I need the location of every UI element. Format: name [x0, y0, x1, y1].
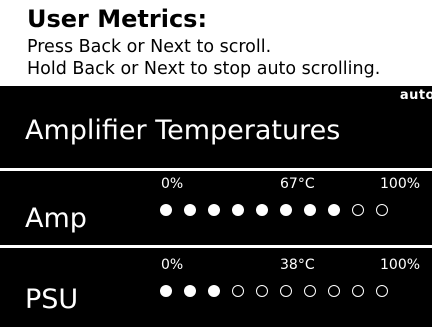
scale-max-label: 100%	[380, 176, 421, 192]
metric-label: PSU	[25, 284, 79, 315]
meter-dot-empty	[328, 285, 340, 297]
section-title: Amplifier Temperatures	[25, 115, 341, 146]
meter-dot-filled	[184, 285, 196, 297]
meter-dot-empty	[376, 204, 388, 216]
meter-dot-filled	[232, 204, 244, 216]
instruction-line-scroll: Press Back or Next to scroll.	[27, 37, 272, 57]
meter-dot-filled	[256, 204, 268, 216]
meter-dot-filled	[208, 285, 220, 297]
metric-row-psu: PSU 0% 38°C 100%	[0, 248, 432, 327]
metric-value: 38°C	[280, 257, 315, 273]
meter-dot-filled	[328, 204, 340, 216]
lcd-screen: User Metrics: Press Back or Next to scro…	[0, 0, 432, 327]
metric-label: Amp	[25, 203, 87, 234]
metric-value: 67°C	[280, 176, 315, 192]
help-header: User Metrics: Press Back or Next to scro…	[0, 0, 432, 86]
meter-dot-empty	[352, 285, 364, 297]
section-title-panel: auto Amplifier Temperatures	[0, 86, 432, 168]
instruction-line-stop-auto: Hold Back or Next to stop auto scrolling…	[27, 59, 381, 79]
meter-dot-filled	[280, 204, 292, 216]
page-title: User Metrics:	[27, 5, 208, 33]
meter-dot-filled	[160, 204, 172, 216]
scale-min-label: 0%	[161, 257, 184, 273]
dot-meter	[160, 204, 388, 216]
meter-dot-filled	[304, 204, 316, 216]
scale-min-label: 0%	[161, 176, 184, 192]
meter-dot-empty	[280, 285, 292, 297]
auto-scroll-indicator: auto	[399, 88, 432, 103]
meter-dot-empty	[304, 285, 316, 297]
dot-meter	[160, 285, 388, 297]
scale-max-label: 100%	[380, 257, 421, 273]
meter-dot-filled	[208, 204, 220, 216]
meter-dot-empty	[232, 285, 244, 297]
meter-dot-filled	[184, 204, 196, 216]
meter-dot-filled	[160, 285, 172, 297]
meter-dot-empty	[352, 204, 364, 216]
meter-dot-empty	[376, 285, 388, 297]
metric-row-amp: Amp 0% 67°C 100%	[0, 171, 432, 245]
meter-dot-empty	[256, 285, 268, 297]
